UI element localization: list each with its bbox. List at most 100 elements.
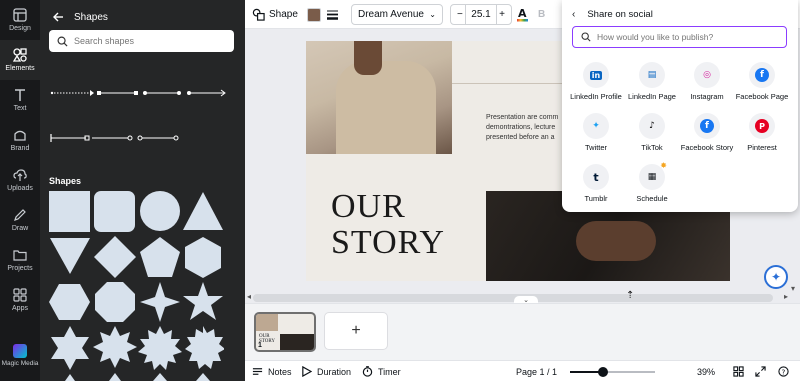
shape-star-partial-4[interactable] xyxy=(196,373,210,381)
shape-pentagon[interactable] xyxy=(140,237,180,277)
share-label: LinkedIn Page xyxy=(628,92,676,101)
shape-diamond[interactable] xyxy=(94,236,136,278)
share-label: TikTok xyxy=(641,143,663,152)
back-chevron-icon[interactable]: ‹ xyxy=(572,9,575,20)
shapes-panel: Shapes Shapes xyxy=(40,0,282,381)
border-style-button[interactable] xyxy=(326,4,339,25)
line-bar-end[interactable] xyxy=(50,134,90,142)
shape-star-partial-2[interactable] xyxy=(109,373,121,381)
share-schedule[interactable]: ▦ ✸ Schedule xyxy=(622,161,682,203)
share-instagram[interactable]: ◎ Instagram xyxy=(677,62,737,101)
share-facebook-story[interactable]: f Facebook Story xyxy=(677,113,737,152)
shape-star-partial-3[interactable] xyxy=(153,373,167,381)
font-size-value[interactable]: 25.1 xyxy=(465,5,497,24)
facebook-glyph: f xyxy=(755,68,769,82)
shape-seal[interactable] xyxy=(185,326,224,369)
font-size-increase[interactable]: + xyxy=(499,9,505,20)
timer-button[interactable]: Timer xyxy=(362,365,401,378)
help-button[interactable]: ? xyxy=(778,365,794,378)
photo-hands-shape xyxy=(576,221,656,261)
magic-assistant-button[interactable]: ✦ xyxy=(764,265,788,289)
shape-hexagon[interactable] xyxy=(185,237,221,278)
rail-label: Elements xyxy=(5,65,35,72)
publish-search-input[interactable] xyxy=(597,32,777,42)
publish-search[interactable] xyxy=(572,26,787,48)
scroll-left-icon[interactable]: ◂ xyxy=(247,292,251,301)
instagram-glyph: ◎ xyxy=(703,70,711,80)
shape-8-point-star[interactable] xyxy=(93,326,137,368)
rail-label: Design xyxy=(9,25,31,32)
scroll-down-icon[interactable]: ▾ xyxy=(791,284,795,293)
shape-5-point-star[interactable] xyxy=(183,282,223,320)
bold-button[interactable]: B xyxy=(538,4,545,25)
shape-burst[interactable] xyxy=(138,326,182,370)
notes-button[interactable]: Notes xyxy=(252,365,292,378)
share-tiktok[interactable]: ♪ TikTok xyxy=(622,113,682,152)
timer-icon xyxy=(362,366,373,377)
scroll-right-icon[interactable]: ▸ xyxy=(784,292,788,301)
shape-circle[interactable] xyxy=(140,191,180,231)
timer-label: Timer xyxy=(378,366,401,377)
rail-design[interactable]: Design xyxy=(0,0,40,40)
fullscreen-button[interactable] xyxy=(755,365,771,378)
back-arrow-icon[interactable] xyxy=(50,9,66,25)
text-color-button[interactable]: A xyxy=(516,4,529,25)
shapes-grid xyxy=(49,190,224,381)
line-dotted[interactable] xyxy=(50,90,94,96)
shape-octagon[interactable] xyxy=(95,282,135,322)
page-thumbnail[interactable]: OUR STORY 1 xyxy=(254,312,316,352)
zoom-slider-knob[interactable] xyxy=(598,367,609,377)
shapes-search[interactable] xyxy=(49,30,234,52)
line-round-ends[interactable] xyxy=(143,91,181,95)
rail-elements[interactable]: Elements xyxy=(0,40,40,80)
rail-uploads[interactable]: Uploads xyxy=(0,160,40,200)
share-linkedin-profile[interactable]: in LinkedIn Profile xyxy=(566,62,626,101)
twitter-glyph: ✦ xyxy=(592,121,600,131)
share-facebook-page[interactable]: f Facebook Page xyxy=(732,62,792,101)
rail-draw[interactable]: Draw xyxy=(0,200,40,240)
shape-button-label: Shape xyxy=(269,9,298,20)
fill-color-swatch xyxy=(307,7,321,22)
line-hollow-circles[interactable] xyxy=(92,135,143,141)
rail-label: Uploads xyxy=(7,185,33,192)
shape-triangle[interactable] xyxy=(183,192,223,230)
tiktok-glyph: ♪ xyxy=(649,121,655,131)
headline-text[interactable]: OUR STORY xyxy=(331,189,445,261)
search-icon xyxy=(57,36,68,47)
share-linkedin-page[interactable]: ▤ LinkedIn Page xyxy=(622,62,682,101)
share-tumblr[interactable]: t Tumblr xyxy=(566,164,626,203)
horizontal-scrollbar[interactable] xyxy=(253,294,773,302)
shape-hexagon-flat[interactable] xyxy=(49,284,90,320)
shape-square[interactable] xyxy=(49,191,90,232)
rail-projects[interactable]: Projects xyxy=(0,240,40,280)
duration-button[interactable]: Duration xyxy=(301,365,351,378)
line-square-ends[interactable] xyxy=(97,91,138,95)
shape-button[interactable]: Shape xyxy=(252,4,298,25)
rail-apps[interactable]: Apps xyxy=(0,280,40,320)
photo-person-shirt[interactable] xyxy=(306,41,452,154)
rail-brand[interactable]: Brand xyxy=(0,120,40,160)
zoom-level[interactable]: 39% xyxy=(697,365,715,378)
shape-star-partial-1[interactable] xyxy=(65,374,75,381)
share-pinterest[interactable]: P Pinterest xyxy=(732,113,792,152)
rail-label: Text xyxy=(13,105,27,112)
line-hollow-end[interactable] xyxy=(142,135,179,141)
rail-text[interactable]: Text xyxy=(0,80,40,120)
rail-magic-media[interactable]: Magic Media xyxy=(0,338,40,372)
page-indicator[interactable]: Page 1 / 1 xyxy=(516,365,557,378)
color-swatch-button[interactable] xyxy=(307,4,321,25)
notes-label: Notes xyxy=(268,366,292,377)
zoom-slider[interactable] xyxy=(570,367,655,377)
share-twitter[interactable]: ✦ Twitter xyxy=(566,113,626,152)
add-page-button[interactable]: + xyxy=(324,312,388,350)
line-arrow[interactable] xyxy=(187,89,226,97)
search-input[interactable] xyxy=(74,36,224,46)
shape-rounded-square[interactable] xyxy=(94,191,135,232)
shape-6-point-star[interactable] xyxy=(51,326,89,370)
shape-4-point-star[interactable] xyxy=(140,282,180,322)
font-size-decrease[interactable]: − xyxy=(457,9,463,20)
rail-label: Projects xyxy=(7,265,33,272)
shape-inverted-triangle[interactable] xyxy=(50,238,90,274)
grid-view-button[interactable] xyxy=(733,365,749,378)
font-family-select[interactable]: Dream Avenue ⌄ xyxy=(351,4,443,25)
